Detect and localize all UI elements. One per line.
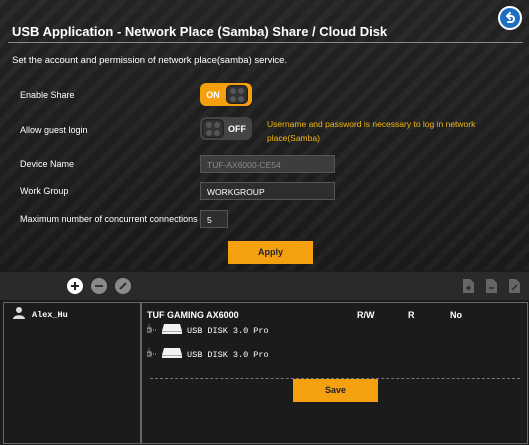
modify-folder-icon[interactable]: [508, 278, 521, 299]
delete-folder-icon[interactable]: [485, 278, 498, 299]
edit-user-icon[interactable]: [115, 278, 131, 294]
user-name: Alex_Hu: [32, 309, 68, 320]
toggle-knob-icon: [226, 85, 248, 104]
usb-disk-icon: [161, 323, 183, 338]
column-header-rw: R/W: [357, 310, 375, 320]
max-connections-field[interactable]: 5: [200, 210, 228, 228]
allow-guest-label: Allow guest login: [20, 125, 88, 135]
column-header-r: R: [408, 310, 415, 320]
page-title: USB Application - Network Place (Samba) …: [12, 24, 388, 39]
add-user-icon[interactable]: [67, 278, 83, 294]
tree-branch-icon: [146, 324, 157, 337]
page-description: Set the account and permission of networ…: [12, 55, 288, 66]
title-divider: [8, 42, 523, 43]
allow-guest-state: OFF: [228, 123, 246, 134]
guest-warning-text: Username and password is necessary to lo…: [267, 119, 476, 143]
remove-user-icon[interactable]: [91, 278, 107, 294]
add-folder-icon[interactable]: [462, 278, 475, 299]
disk-item[interactable]: USB DISK 3.0 Pro: [146, 323, 269, 338]
disk-name: USB DISK 3.0 Pro: [187, 325, 269, 336]
apply-button[interactable]: Apply: [228, 241, 313, 264]
back-arrow-icon: [500, 8, 520, 28]
column-header-no: No: [450, 310, 462, 320]
save-button[interactable]: Save: [293, 379, 378, 402]
enable-share-label: Enable Share: [20, 90, 75, 100]
tree-branch-icon: [146, 348, 157, 361]
max-connections-label: Maximum number of concurrent connections: [20, 214, 198, 224]
user-avatar-icon: [12, 306, 26, 323]
usb-disk-icon: [161, 347, 183, 362]
enable-share-toggle[interactable]: ON: [200, 83, 252, 106]
device-name-label: Device Name: [20, 159, 75, 169]
work-group-label: Work Group: [20, 186, 69, 196]
user-account-item[interactable]: Alex_Hu: [12, 306, 68, 323]
disk-name: USB DISK 3.0 Pro: [187, 349, 269, 360]
account-list-panel: [3, 302, 141, 444]
work-group-field[interactable]: WORKGROUP: [200, 182, 335, 200]
toggle-knob-icon: [202, 119, 224, 138]
device-title: TUF GAMING AX6000: [147, 310, 239, 320]
enable-share-state: ON: [206, 89, 220, 100]
device-name-field[interactable]: TUF-AX6000-CE54: [200, 155, 335, 173]
disk-item[interactable]: USB DISK 3.0 Pro: [146, 347, 269, 362]
back-button[interactable]: [498, 6, 522, 30]
allow-guest-toggle[interactable]: OFF: [200, 117, 252, 140]
